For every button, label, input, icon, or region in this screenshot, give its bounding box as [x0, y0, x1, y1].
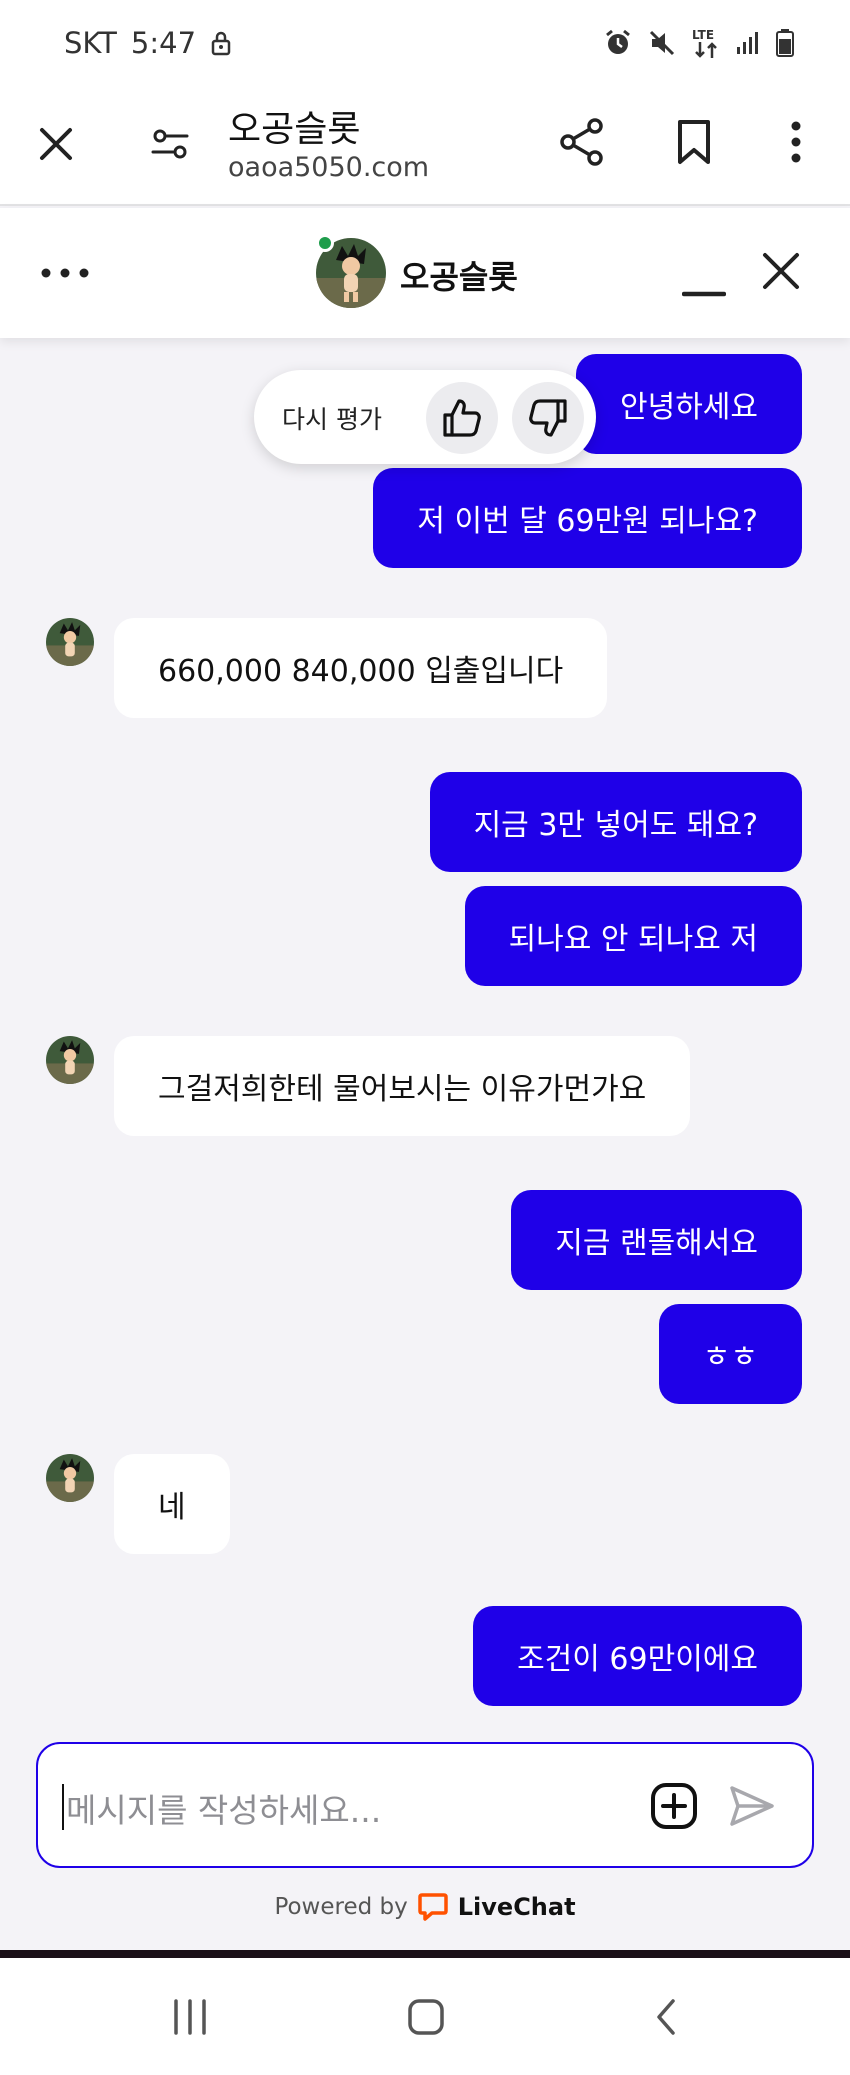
livechat-logo-icon: [418, 1893, 448, 1921]
rate-chat-popup: 다시 평가: [254, 370, 596, 464]
alarm-icon: [606, 29, 630, 54]
status-bar: SKT 5:47 LTE: [0, 0, 850, 90]
visitor-message: 안녕하세요: [576, 354, 802, 454]
rate-again-label: 다시 평가: [282, 405, 382, 434]
bookmark-button[interactable]: [668, 114, 720, 170]
agent-message: 660,000 840,000 입출입니다: [114, 618, 608, 718]
page-bottom-edge: [0, 1950, 850, 1958]
rate-good-button[interactable]: [426, 382, 498, 454]
minimize-chat-button[interactable]: [681, 260, 730, 300]
online-status-dot: [316, 234, 334, 252]
thumbs-up-icon: [443, 399, 481, 437]
agent-avatar: [46, 1036, 94, 1084]
text-caret: [62, 1784, 64, 1830]
more-horizontal-icon: [41, 268, 89, 278]
close-icon: [40, 128, 72, 160]
close-tab-button[interactable]: [30, 118, 82, 170]
message-input-placeholder[interactable]: 메시지를 작성하세요...: [66, 1784, 381, 1832]
battery-icon: [776, 29, 794, 57]
bookmark-icon: [678, 120, 710, 164]
system-nav-bar: [0, 1958, 850, 2075]
add-attachment-button[interactable]: [650, 1782, 698, 1834]
send-icon: [730, 1786, 774, 1826]
network-label: LTE: [692, 28, 715, 42]
agent-avatar: [46, 618, 94, 666]
browser-menu-button[interactable]: [776, 114, 816, 170]
back-icon: [657, 1999, 675, 2035]
close-icon: [763, 253, 799, 289]
site-url[interactable]: oaoa5050.com: [228, 152, 429, 183]
chat-title: 오공슬롯: [400, 258, 518, 296]
browser-toolbar: 오공슬롯 oaoa5050.com: [0, 90, 850, 206]
mute-icon: [649, 30, 675, 56]
close-chat-button[interactable]: [762, 252, 802, 292]
visitor-message: 지금 3만 넣어도 돼요?: [429, 772, 802, 872]
status-icons: LTE: [604, 28, 794, 58]
chat-header: 오공슬롯: [0, 208, 850, 338]
powered-by-label: Powered by: [274, 1894, 408, 1920]
home-icon: [408, 1999, 444, 2035]
visitor-message: ㅎㅎ: [658, 1304, 802, 1404]
status-left: SKT 5:47: [64, 26, 232, 60]
visitor-message: 되나요 안 되나요 저: [464, 886, 802, 986]
send-message-button[interactable]: [728, 1782, 776, 1834]
visitor-message: 지금 랜돌해서요: [511, 1190, 802, 1290]
thumbs-down-icon: [529, 399, 567, 437]
rate-bad-button[interactable]: [512, 382, 584, 454]
message-list[interactable]: 안녕하세요 저 이번 달 69만원 되나요? 660,000 840,000 입…: [0, 338, 850, 1738]
more-vertical-icon: [791, 121, 801, 163]
lte-icon: LTE: [692, 28, 720, 58]
agent-avatar: [46, 1454, 94, 1502]
home-button[interactable]: [396, 1992, 456, 2042]
chat-menu-button[interactable]: [40, 258, 96, 288]
lock-icon: [211, 31, 231, 56]
carrier-label: SKT: [64, 26, 117, 60]
site-settings-button[interactable]: [144, 118, 196, 170]
agent-message: 네: [114, 1454, 230, 1554]
recent-apps-button[interactable]: [160, 1992, 220, 2042]
agent-message: 그걸저희한테 물어보시는 이유가먼가요: [114, 1036, 691, 1136]
back-button[interactable]: [636, 1992, 696, 2042]
powered-by-footer[interactable]: Powered by LiveChat: [0, 1892, 850, 1922]
visitor-message: 저 이번 달 69만원 되나요?: [373, 468, 802, 568]
clock: 5:47: [130, 26, 197, 60]
share-button[interactable]: [554, 114, 610, 170]
recent-apps-icon: [174, 1999, 206, 2035]
livechat-brand: LiveChat: [457, 1893, 576, 1921]
site-settings-icon: [151, 129, 189, 159]
site-title[interactable]: 오공슬롯: [228, 100, 360, 152]
visitor-message: 조건이 69만이에요: [473, 1606, 802, 1706]
signal-icon: [737, 32, 758, 54]
share-icon: [560, 118, 603, 166]
message-composer[interactable]: 메시지를 작성하세요...: [36, 1742, 814, 1868]
add-attachment-icon: [651, 1783, 697, 1829]
minimize-icon: [681, 291, 727, 297]
